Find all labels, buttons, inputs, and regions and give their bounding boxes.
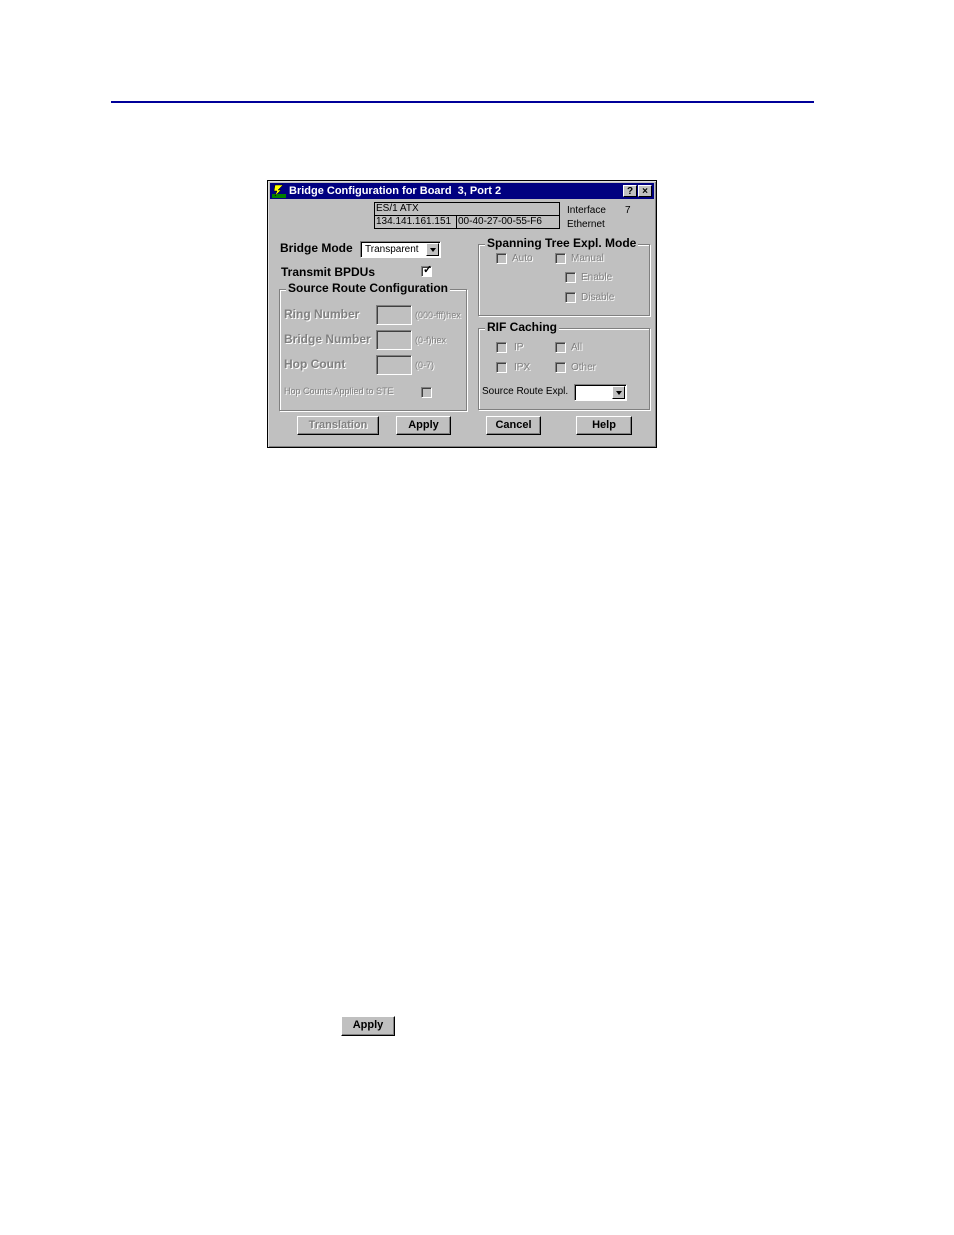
header-rule [111, 101, 814, 103]
title-bar[interactable]: Bridge Configuration for Board 3, Port 2… [270, 183, 654, 199]
auto-checkbox [496, 253, 507, 264]
ipx-checkbox [496, 362, 507, 373]
interface-value: 7 [625, 205, 631, 216]
hop-count-hint: (0-7) [415, 360, 435, 370]
interface-type: Ethernet [567, 219, 605, 230]
hop-counts-applied-label: Hop Counts Applied to STE [284, 386, 394, 396]
all-label: All [571, 342, 583, 353]
bridge-mode-value: Transparent [365, 244, 419, 255]
rif-caching-title: RIF Caching [485, 320, 560, 334]
bridge-mode-select[interactable]: Transparent [360, 241, 441, 258]
hop-counts-applied-checkbox [421, 387, 432, 398]
app-icon [272, 184, 286, 198]
dialog-title: Bridge Configuration for Board 3, Port 2 [289, 185, 502, 197]
help-button[interactable]: Help [576, 416, 632, 435]
device-info-table: ES/1 ATX 134.141.161.151 00-40-27-00-55-… [374, 202, 560, 229]
bridge-number-label: Bridge Number [284, 332, 371, 346]
disable-label: Disable [581, 292, 615, 303]
ring-number-input [376, 305, 412, 325]
source-route-expl-select[interactable] [574, 384, 627, 401]
bridge-number-hint: (0-f)hex [415, 335, 447, 345]
mac-address: 00-40-27-00-55-F6 [458, 216, 542, 227]
hop-count-label: Hop Count [284, 357, 346, 371]
rif-caching-group: RIF Caching IP All IPX Other Source Rout… [478, 320, 650, 410]
bridge-configuration-dialog: Bridge Configuration for Board 3, Port 2… [267, 180, 657, 448]
bridge-number-input [376, 330, 412, 350]
apply-button[interactable]: Apply [396, 416, 451, 435]
translation-button: Translation [297, 416, 379, 435]
other-checkbox [555, 362, 566, 373]
manual-label: Manual [571, 253, 604, 264]
spanning-tree-title: Spanning Tree Expl. Mode [485, 236, 639, 250]
source-route-config-title: Source Route Configuration [286, 281, 450, 295]
ring-number-hint: (000-fff)hex [415, 310, 461, 320]
source-route-config-group: Source Route Configuration Ring Number (… [279, 281, 467, 411]
help-title-button[interactable]: ? [623, 185, 637, 197]
transmit-bpdus-checkbox[interactable]: ✓ [421, 264, 433, 277]
close-button[interactable]: × [638, 185, 652, 197]
enable-label: Enable [581, 272, 613, 283]
chevron-down-icon[interactable] [426, 243, 439, 256]
ip-checkbox [496, 342, 507, 353]
transmit-bpdus-label: Transmit BPDUs [281, 265, 376, 279]
ip-label: IP [514, 342, 524, 353]
ring-number-label: Ring Number [284, 307, 360, 321]
all-checkbox [555, 342, 566, 353]
auto-label: Auto [512, 253, 533, 264]
interface-label: Interface [567, 205, 606, 216]
manual-checkbox [555, 253, 566, 264]
standalone-apply-button[interactable]: Apply [341, 1016, 395, 1036]
ipx-label: IPX [514, 362, 531, 373]
device-name: ES/1 ATX [376, 203, 419, 214]
other-label: Other [571, 362, 597, 373]
checkmark-icon: ✓ [423, 264, 433, 276]
chevron-down-icon[interactable] [612, 386, 625, 399]
bridge-mode-label: Bridge Mode [280, 241, 353, 255]
enable-checkbox [565, 272, 576, 283]
cancel-button[interactable]: Cancel [486, 416, 541, 435]
source-route-expl-label: Source Route Expl. [482, 386, 569, 397]
spanning-tree-group: Spanning Tree Expl. Mode Auto Manual Ena… [478, 236, 650, 316]
ip-address: 134.141.161.151 [375, 216, 457, 228]
hop-count-input [376, 355, 412, 375]
disable-checkbox [565, 292, 576, 303]
